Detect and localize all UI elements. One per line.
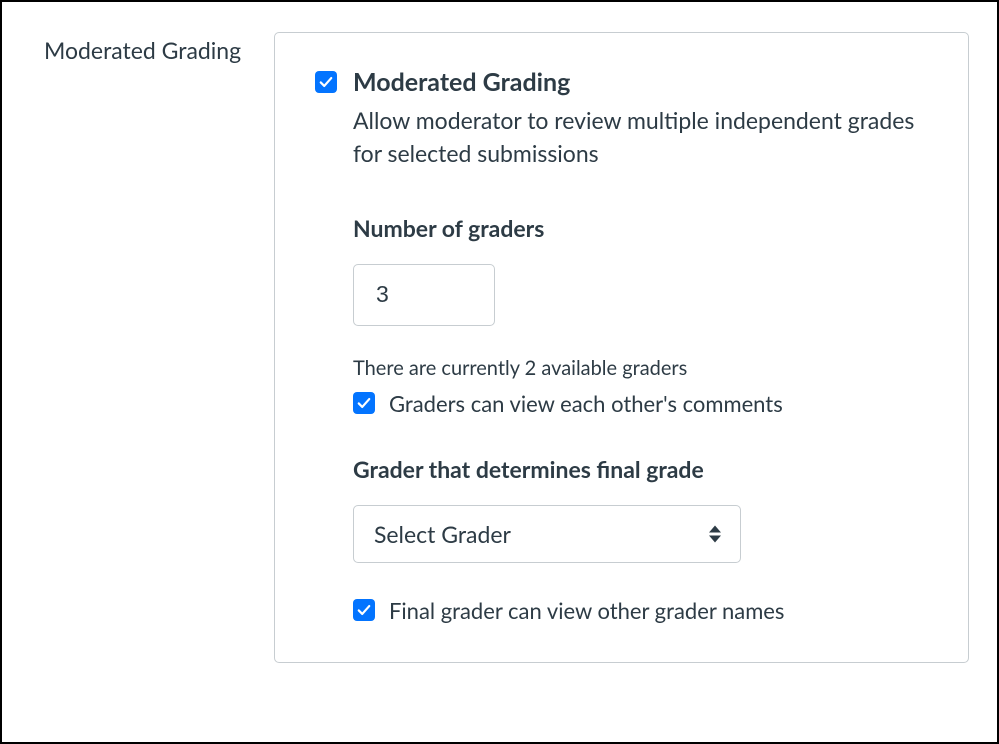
section-label: Moderated Grading [30, 32, 274, 64]
checkmark-icon [357, 603, 371, 617]
settings-section: Moderated Grading Moderated Grading Allo… [0, 0, 999, 744]
final-grader-view-names-label: Final grader can view other grader names [389, 597, 784, 624]
moderated-grading-description: Allow moderator to review multiple indep… [353, 104, 928, 169]
view-comments-option: Graders can view each other's comments [353, 390, 928, 417]
final-grader-select[interactable]: Select Grader [353, 505, 741, 563]
checkmark-icon [357, 396, 371, 410]
view-comments-checkbox[interactable] [353, 392, 375, 414]
final-grader-selected-value: Select Grader [374, 520, 511, 548]
number-of-graders-input[interactable] [353, 264, 495, 326]
final-grader-view-names-checkbox[interactable] [353, 599, 375, 621]
final-grader-section: Grader that determines final grade Selec… [353, 455, 928, 563]
final-grader-view-names-option: Final grader can view other grader names [353, 597, 928, 624]
moderated-grading-title: Moderated Grading [353, 67, 928, 98]
moderated-grading-option: Moderated Grading Allow moderator to rev… [315, 67, 928, 170]
final-grader-heading: Grader that determines final grade [353, 455, 928, 483]
moderated-grading-checkbox[interactable] [315, 71, 337, 93]
moderated-grading-text: Moderated Grading Allow moderator to rev… [353, 67, 928, 170]
number-of-graders-section: Number of graders There are currently 2 … [353, 214, 928, 417]
view-comments-label: Graders can view each other's comments [389, 390, 783, 417]
checkmark-icon [319, 75, 333, 89]
available-graders-hint: There are currently 2 available graders [353, 356, 928, 380]
number-of-graders-heading: Number of graders [353, 214, 928, 242]
final-grader-select-wrap: Select Grader [353, 505, 741, 563]
moderated-grading-panel: Moderated Grading Allow moderator to rev… [274, 32, 969, 663]
